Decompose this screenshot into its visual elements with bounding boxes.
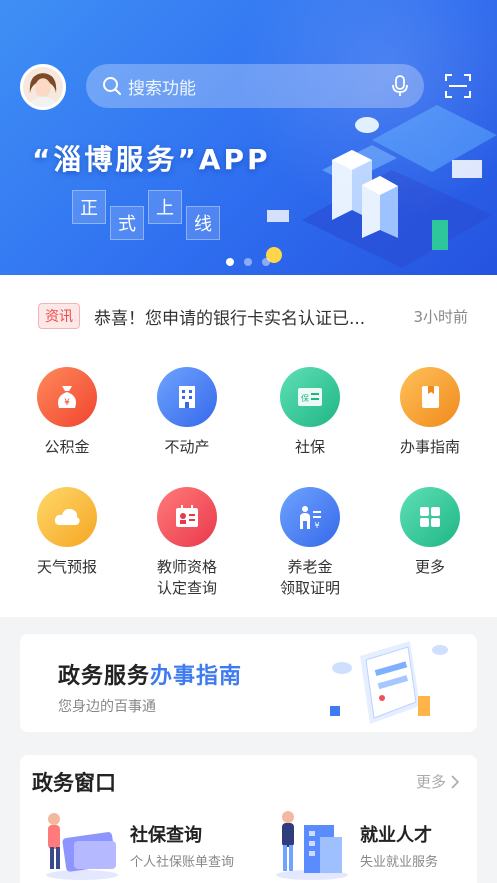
svg-text:保: 保 (301, 393, 309, 403)
guide-subtitle: 您身边的百事通 (58, 699, 156, 715)
isometric-city-illustration (266, 105, 497, 268)
government-window-section: 政务窗口 更多 社保查询 个人社保账单查询 就业人才 失业就业服务 (20, 755, 477, 883)
employment-talent[interactable]: 就业人才 失业就业服务 (268, 811, 488, 881)
banner[interactable]: 搜索功能 “淄博服务”APP 正 式 上 线 (0, 0, 497, 275)
pension-icon: ¥ (280, 487, 340, 547)
service-more[interactable]: 更多 (368, 487, 492, 578)
news-ticker[interactable]: 资讯 恭喜！您申请的银行卡实名认证已... 3小时前 (38, 303, 468, 329)
social-insurance-illustration (46, 813, 118, 880)
search-input[interactable]: 搜索功能 (128, 74, 392, 99)
service-panel: 资讯 恭喜！您申请的银行卡实名认证已... 3小时前 ¥ 公积金 不动产 保 社… (0, 275, 497, 617)
news-tag: 资讯 (38, 303, 80, 329)
service-desc: 失业就业服务 (360, 855, 439, 870)
building-icon (157, 367, 217, 427)
teacher-certificate-icon (157, 487, 217, 547)
money-bag-icon: ¥ (37, 367, 97, 427)
guide-card[interactable]: 政务服务办事指南 您身边的百事通 (20, 634, 477, 732)
service-teacher-cert[interactable]: 教师资格 认定查询 (125, 487, 249, 599)
chevron-right-icon (451, 774, 459, 789)
microphone-icon[interactable] (392, 75, 408, 97)
avatar[interactable] (20, 64, 66, 110)
banner-stamp: 上 (148, 190, 182, 224)
service-pension[interactable]: ¥ 养老金 领取证明 (248, 487, 372, 599)
guide-title: 政务服务办事指南 (58, 658, 242, 690)
svg-text:¥: ¥ (64, 398, 70, 408)
service-social-insurance[interactable]: 保 社保 (248, 367, 372, 458)
banner-stamp: 式 (110, 206, 144, 240)
service-label: 天气预报 (36, 558, 97, 576)
service-guide[interactable]: 办事指南 (368, 367, 492, 458)
banner-stamp: 正 (72, 190, 106, 224)
guide-title-prefix: 政务服务 (58, 664, 151, 689)
service-label: 不动产 (164, 438, 210, 456)
service-name: 社保查询 (130, 825, 202, 846)
scan-icon[interactable] (444, 72, 472, 100)
service-housing-fund[interactable]: ¥ 公积金 (5, 367, 129, 458)
service-real-estate[interactable]: 不动产 (125, 367, 249, 458)
cloud-icon (37, 487, 97, 547)
service-name: 就业人才 (360, 825, 432, 846)
search-bar[interactable]: 搜索功能 (86, 64, 424, 108)
service-label: 公积金 (44, 438, 90, 456)
service-label: 更多 (414, 558, 445, 576)
carousel-dot[interactable] (244, 258, 252, 266)
insurance-card-icon: 保 (280, 367, 340, 427)
banner-stamp: 线 (186, 206, 220, 240)
search-icon (103, 77, 121, 95)
news-time: 3小时前 (413, 307, 468, 326)
service-desc: 个人社保账单查询 (130, 855, 235, 870)
more-label: 更多 (415, 773, 446, 791)
employment-illustration (276, 811, 348, 880)
guide-title-highlight: 办事指南 (150, 664, 243, 689)
service-label: 养老金 领取证明 (279, 558, 340, 597)
section-title: 政务窗口 (32, 771, 116, 795)
carousel-indicator[interactable] (226, 258, 270, 266)
banner-slogan: “淄博服务”APP (32, 143, 271, 176)
service-label: 办事指南 (399, 438, 460, 456)
more-link[interactable]: 更多 (416, 771, 459, 792)
service-weather[interactable]: 天气预报 (5, 487, 129, 578)
grid-more-icon (400, 487, 460, 547)
service-label: 社保 (294, 438, 325, 456)
carousel-dot[interactable] (262, 258, 270, 266)
guide-book-icon (400, 367, 460, 427)
service-label: 教师资格 认定查询 (156, 558, 217, 597)
phone-illustration (330, 641, 448, 724)
carousel-dot[interactable] (226, 258, 234, 266)
social-insurance-query[interactable]: 社保查询 个人社保账单查询 (38, 811, 258, 881)
svg-text:¥: ¥ (314, 521, 319, 530)
news-text[interactable]: 恭喜！您申请的银行卡实名认证已... (94, 304, 403, 329)
